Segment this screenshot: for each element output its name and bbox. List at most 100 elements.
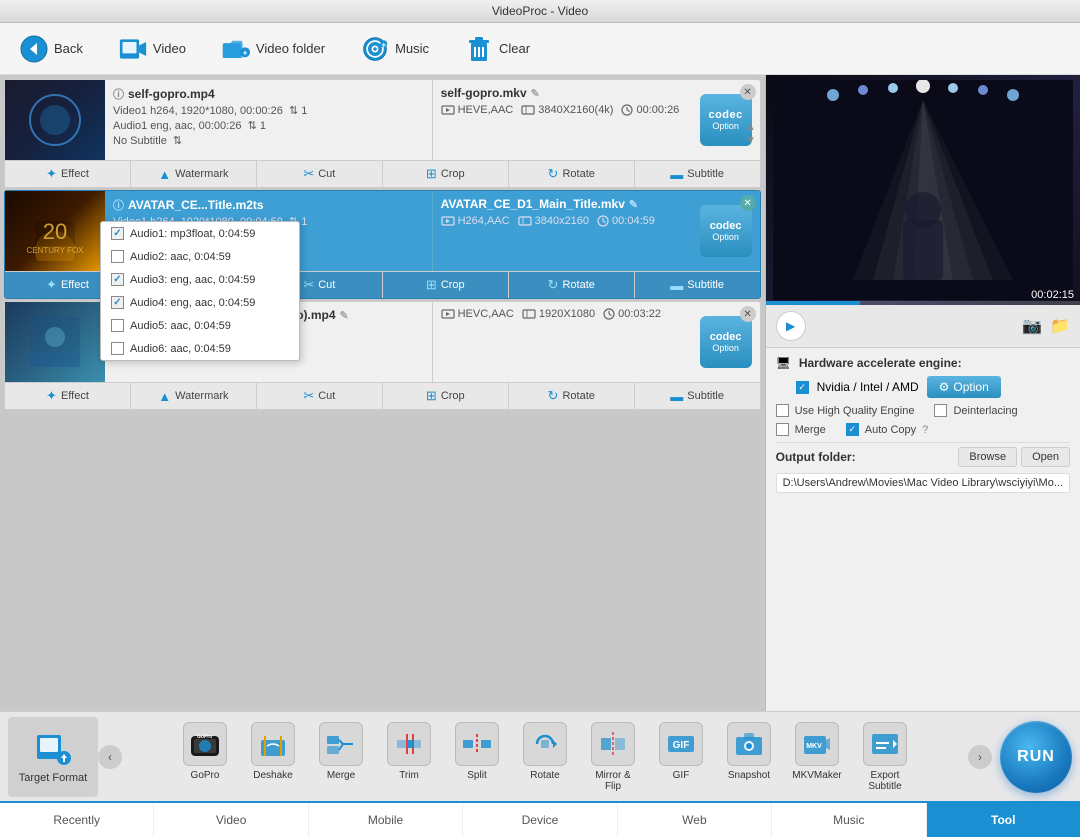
- audio-checkbox-3[interactable]: ✓: [111, 273, 124, 286]
- tool-mirror-flip[interactable]: Mirror &Flip: [581, 718, 645, 796]
- scroll-right-button[interactable]: ›: [968, 745, 992, 769]
- merge-checkbox[interactable]: [776, 423, 789, 436]
- high-quality-checkbox[interactable]: [776, 404, 789, 417]
- rotate-btn-3[interactable]: ↻ Rotate: [509, 383, 635, 409]
- cut-btn-3[interactable]: ✂ Cut: [257, 383, 383, 409]
- target-format-icon: [35, 729, 71, 768]
- audio-item-5[interactable]: Audio5: aac, 0:04:59: [101, 314, 299, 337]
- deinterlacing-checkbox[interactable]: [934, 404, 947, 417]
- edit-icon-3[interactable]: ✎: [340, 309, 349, 322]
- auto-copy-checkbox[interactable]: [846, 423, 859, 436]
- thumbnail-3: [5, 302, 105, 382]
- edit-icon-1[interactable]: ✎: [531, 87, 540, 100]
- audio-checkbox-4[interactable]: ✓: [111, 296, 124, 309]
- tool-deshake-icon-box: [251, 722, 295, 766]
- rotate-icon-2: ↻: [548, 277, 559, 293]
- video-button[interactable]: Video: [111, 31, 194, 67]
- subtitle-icon-2: ▬: [670, 278, 683, 293]
- tab-mobile[interactable]: Mobile: [309, 803, 463, 837]
- back-icon: [20, 35, 48, 63]
- tool-rotate[interactable]: Rotate: [513, 718, 577, 796]
- audio-checkbox-1[interactable]: ✓: [111, 227, 124, 240]
- scroll-down-1[interactable]: ▼: [746, 135, 756, 146]
- audio-checkbox-5[interactable]: [111, 319, 124, 332]
- codec-button-3[interactable]: codec Option: [700, 316, 752, 368]
- audio-checkbox-2[interactable]: [111, 250, 124, 263]
- option-button[interactable]: ⚙ Option: [927, 376, 1001, 398]
- tool-merge-label: Merge: [327, 770, 355, 781]
- file-output-3: HEVC,AAC 1920X1080 00:03:22: [432, 302, 692, 382]
- folder-open-icon[interactable]: 📁: [1050, 316, 1070, 336]
- nvidia-checkbox[interactable]: [796, 381, 809, 394]
- close-file-3[interactable]: ✕: [740, 306, 756, 322]
- tool-mkvmaker[interactable]: MKV MKVMaker: [785, 718, 849, 796]
- watermark-btn-3[interactable]: ▲ Watermark: [131, 383, 257, 409]
- tool-gopro[interactable]: GoPro GoPro: [173, 718, 237, 796]
- tab-tool[interactable]: Tool: [927, 803, 1080, 837]
- open-button[interactable]: Open: [1021, 447, 1070, 467]
- clear-button[interactable]: Clear: [457, 31, 538, 67]
- thumb-gopro: [5, 80, 105, 160]
- tool-trim[interactable]: Trim: [377, 718, 441, 796]
- codec-button-2[interactable]: codec Option: [700, 205, 752, 257]
- audio-item-3[interactable]: ✓ Audio3: eng, aac, 0:04:59: [101, 268, 299, 291]
- tab-web[interactable]: Web: [618, 803, 772, 837]
- codec-button-1[interactable]: codec Option: [700, 94, 752, 146]
- tool-split[interactable]: Split: [445, 718, 509, 796]
- audio-item-2[interactable]: Audio2: aac, 0:04:59: [101, 245, 299, 268]
- tab-recently[interactable]: Recently: [0, 803, 154, 837]
- audio-item-6[interactable]: Audio6: aac, 0:04:59: [101, 337, 299, 360]
- tool-mkvmaker-icon: MKV: [800, 727, 834, 761]
- option-label-1: Option: [712, 121, 739, 131]
- hw-label: Hardware accelerate engine:: [799, 356, 962, 370]
- tool-mirror-flip-label: Mirror &Flip: [595, 770, 631, 792]
- tab-device[interactable]: Device: [463, 803, 617, 837]
- watermark-icon-3: ▲: [158, 389, 171, 404]
- back-button[interactable]: Back: [12, 31, 91, 67]
- subtitle-btn-2[interactable]: ▬ Subtitle: [635, 272, 760, 298]
- run-button[interactable]: RUN: [1000, 721, 1072, 793]
- crop-btn-1[interactable]: ⊞ Crop: [383, 161, 509, 187]
- crop-btn-2[interactable]: ⊞ Crop: [383, 272, 509, 298]
- rotate-btn-2[interactable]: ↻ Rotate: [509, 272, 635, 298]
- watermark-btn-1[interactable]: ▲ Watermark: [131, 161, 257, 187]
- video-folder-icon: +: [222, 35, 250, 63]
- file-subtitle-1: No Subtitle ⇅: [113, 134, 424, 147]
- camera-icon[interactable]: 📷: [1022, 316, 1042, 336]
- close-file-1[interactable]: ✕: [740, 84, 756, 100]
- edit-icon-2[interactable]: ✎: [629, 198, 638, 211]
- music-button[interactable]: + Music: [353, 31, 437, 67]
- rotate-btn-1[interactable]: ↻ Rotate: [509, 161, 635, 187]
- browse-button[interactable]: Browse: [958, 447, 1017, 467]
- file-item-2: 20 CENTURY FOX ⓘ AVATAR_CE...Title.m2ts …: [4, 190, 761, 299]
- effect-btn-1[interactable]: ✦ Effect: [5, 161, 131, 187]
- tab-music[interactable]: Music: [772, 803, 926, 837]
- audio-item-4[interactable]: ✓ Audio4: eng, aac, 0:04:59: [101, 291, 299, 314]
- tool-deshake[interactable]: Deshake: [241, 718, 305, 796]
- folder-buttons: Browse Open: [958, 447, 1070, 467]
- cut-btn-1[interactable]: ✂ Cut: [257, 161, 383, 187]
- tool-export-subtitle[interactable]: ExportSubtitle: [853, 718, 917, 796]
- tool-rotate-icon-box: [523, 722, 567, 766]
- tool-snapshot[interactable]: Snapshot: [717, 718, 781, 796]
- help-icon[interactable]: ?: [922, 424, 928, 436]
- tool-merge[interactable]: Merge: [309, 718, 373, 796]
- options-row-2: Merge Auto Copy ?: [776, 423, 1070, 436]
- cut-icon-2: ✂: [303, 277, 314, 293]
- video-folder-button[interactable]: + Video folder: [214, 31, 333, 67]
- audio-checkbox-6[interactable]: [111, 342, 124, 355]
- audio-item-1[interactable]: ✓ Audio1: mp3float, 0:04:59: [101, 222, 299, 245]
- tool-gif[interactable]: GIF GIF: [649, 718, 713, 796]
- tab-video[interactable]: Video: [154, 803, 308, 837]
- cut-icon-1: ✂: [303, 166, 314, 182]
- close-file-2[interactable]: ✕: [740, 195, 756, 211]
- file-item-1: ⓘ self-gopro.mp4 Video1 h264, 1920*1080,…: [4, 79, 761, 188]
- play-button[interactable]: ▶: [776, 311, 806, 341]
- effect-btn-3[interactable]: ✦ Effect: [5, 383, 131, 409]
- subtitle-btn-1[interactable]: ▬ Subtitle: [635, 161, 760, 187]
- subtitle-btn-3[interactable]: ▬ Subtitle: [635, 383, 760, 409]
- scroll-left-button[interactable]: ‹: [98, 745, 122, 769]
- scroll-up-1[interactable]: ▲: [746, 122, 756, 133]
- crop-btn-3[interactable]: ⊞ Crop: [383, 383, 509, 409]
- target-format-button[interactable]: Target Format: [8, 717, 98, 797]
